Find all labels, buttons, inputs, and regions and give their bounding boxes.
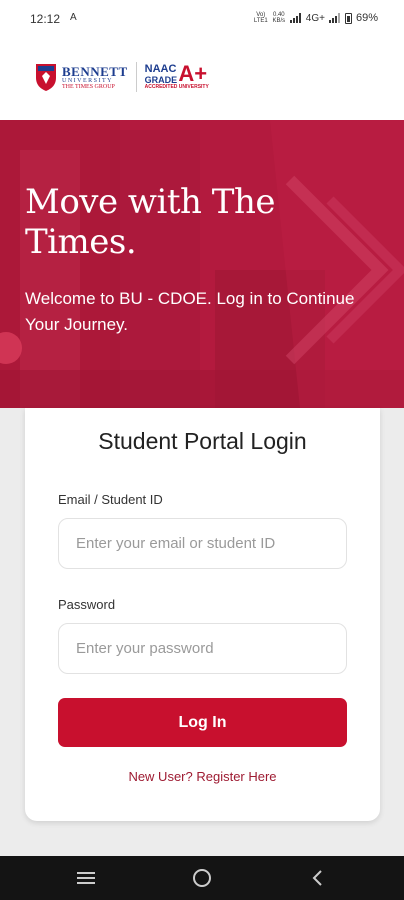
register-link[interactable]: New User? Register Here xyxy=(25,769,380,784)
back-button[interactable] xyxy=(288,856,348,900)
campus-background-image xyxy=(0,120,404,408)
battery-percent: 69% xyxy=(355,12,378,24)
home-circle-icon xyxy=(193,869,211,887)
email-label: Email / Student ID xyxy=(58,492,163,507)
login-title: Student Portal Login xyxy=(98,428,307,454)
university-wordmark: BENNETT UNIVERSITY THE TIMES GROUP xyxy=(62,65,128,90)
login-card: Student Portal Login Email / Student ID … xyxy=(25,408,380,821)
signal-icon xyxy=(328,13,340,23)
home-button[interactable] xyxy=(172,856,232,900)
university-name: BENNETT xyxy=(62,63,128,79)
shield-logo-icon xyxy=(36,64,56,91)
battery-icon xyxy=(344,12,352,24)
password-label: Password xyxy=(58,597,116,612)
network-type: 4G+ xyxy=(305,12,325,24)
network-speed: 0.40 KB/s xyxy=(272,12,286,24)
login-button[interactable]: Log In xyxy=(58,698,347,747)
naac-label: NAAC xyxy=(144,63,177,75)
university-logo[interactable]: BENNETT UNIVERSITY THE TIMES GROUP NAAC … xyxy=(34,62,209,92)
university-group: THE TIMES GROUP xyxy=(62,83,115,90)
naac-badge: NAAC A+ GRADE ACCREDITED UNIVERSITY xyxy=(144,61,209,90)
navigation-status-icon: A xyxy=(70,12,77,23)
email-input[interactable] xyxy=(58,518,347,569)
signal-icon xyxy=(289,13,301,23)
hero-title: Move with The Times. xyxy=(25,182,275,262)
grade-value: A+ xyxy=(178,61,208,86)
hero-subtitle: Welcome to BU - CDOE. Log in to Continue… xyxy=(25,289,355,334)
password-input[interactable] xyxy=(58,623,347,674)
back-chevron-icon xyxy=(312,870,322,886)
system-nav-bar xyxy=(0,856,404,900)
app-header: BENNETT UNIVERSITY THE TIMES GROUP NAAC … xyxy=(0,38,404,120)
status-bar: 12:12 A Vo) LTE1 0.40 KB/s 4G+ 69% xyxy=(0,0,404,38)
recent-apps-button[interactable] xyxy=(56,856,116,900)
volte-indicator: Vo) LTE1 xyxy=(253,12,268,24)
system-indicators: Vo) LTE1 0.40 KB/s 4G+ 69% xyxy=(254,12,378,24)
menu-icon xyxy=(77,872,95,884)
accredited-label: ACCREDITED UNIVERSITY xyxy=(144,84,209,90)
hero-banner: Move with The Times. Welcome to BU - CDO… xyxy=(0,120,404,408)
logo-divider xyxy=(135,62,137,92)
status-time: 12:12 xyxy=(30,12,61,26)
